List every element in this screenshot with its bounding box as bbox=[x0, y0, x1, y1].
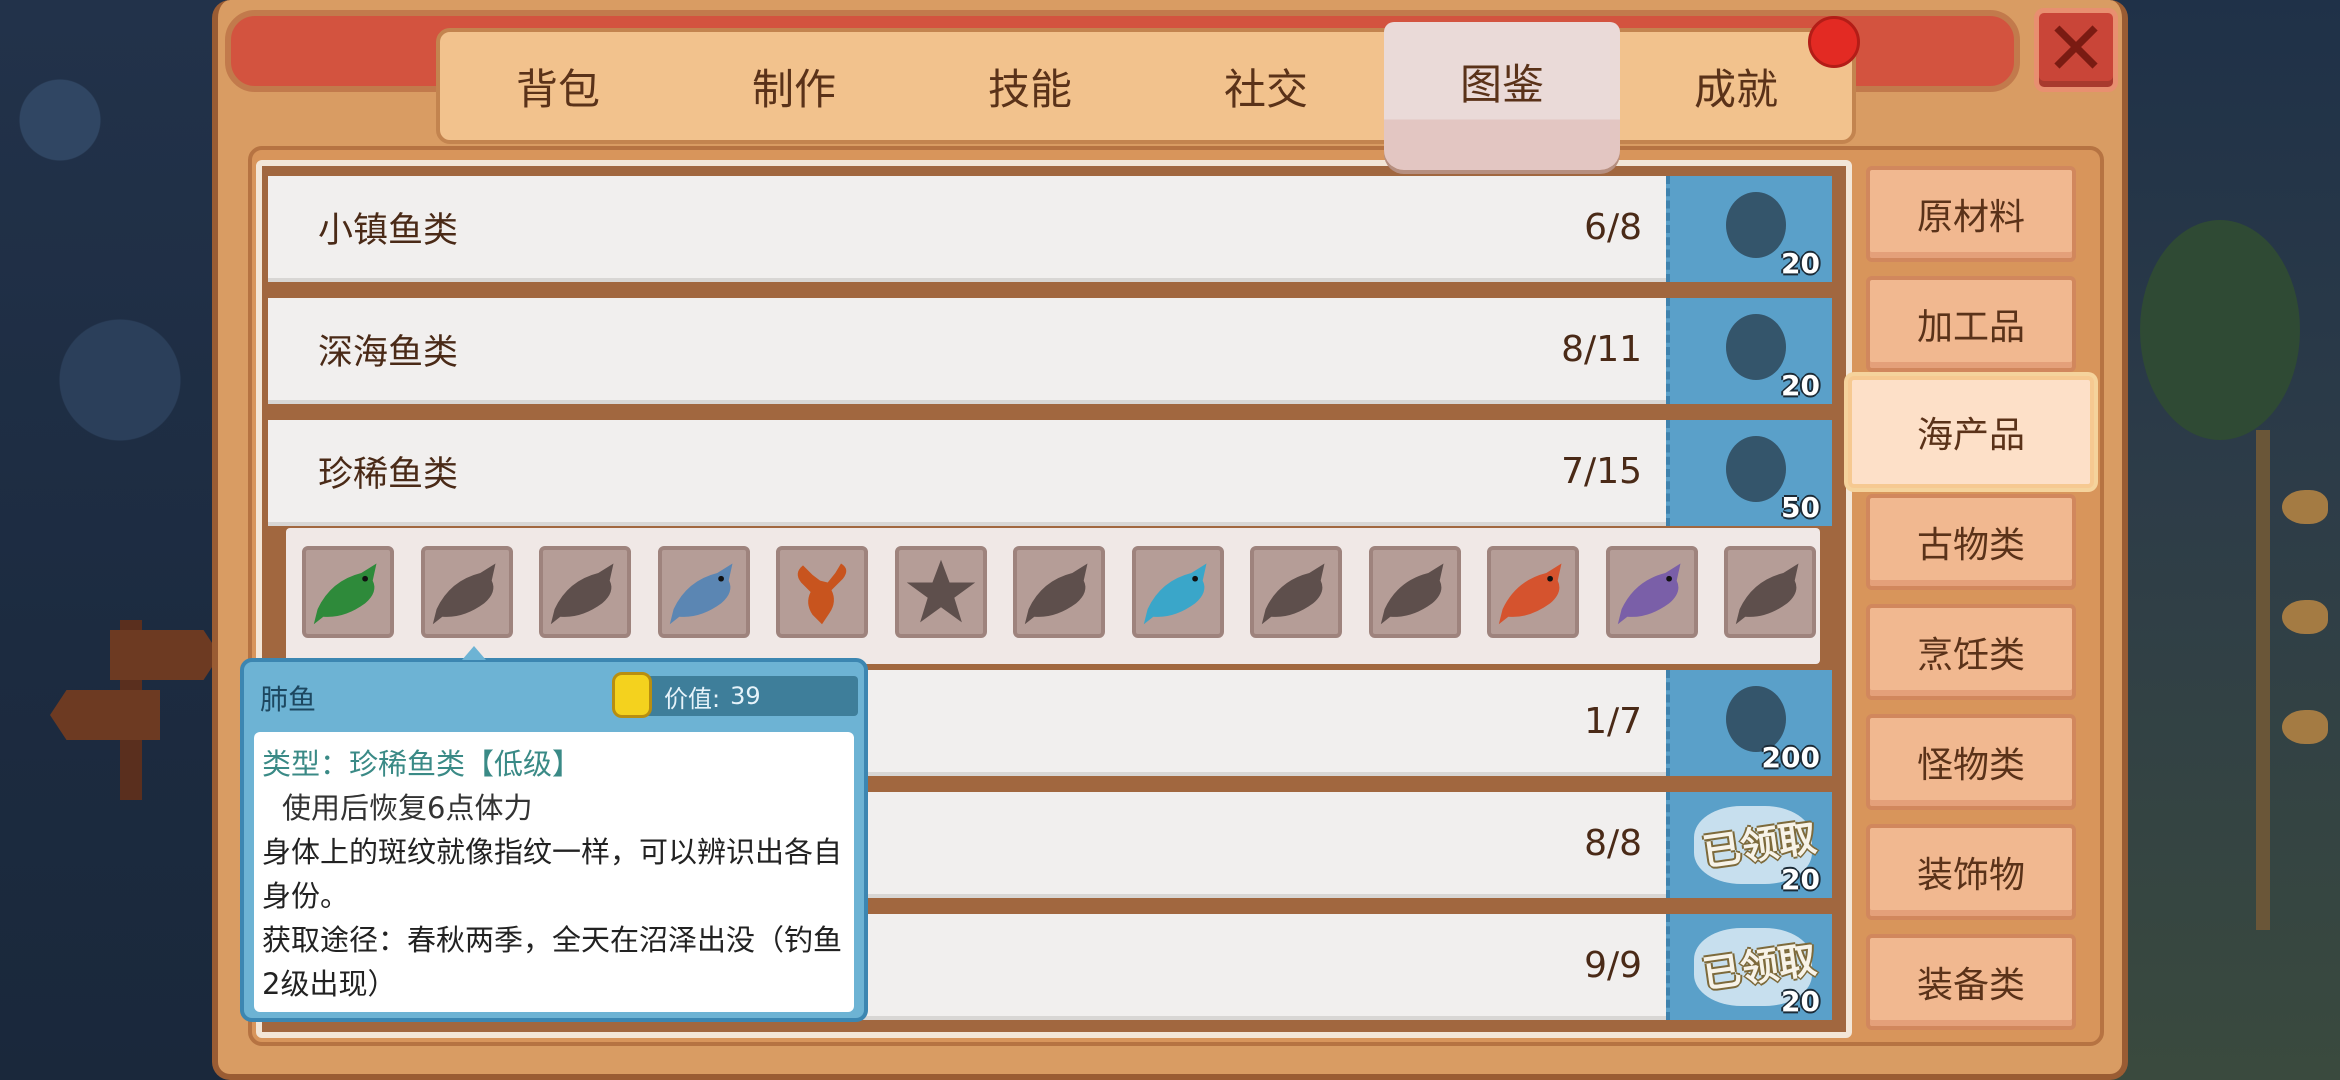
category-monsters[interactable]: 怪物类 bbox=[1866, 714, 2076, 810]
tooltip-title: 肺鱼 bbox=[260, 683, 317, 716]
reward-button[interactable]: 20 bbox=[1666, 176, 1832, 282]
fishing-rack-decoration bbox=[2256, 430, 2270, 930]
row-name: 深海鱼类 bbox=[318, 332, 459, 373]
unknown-starfish-icon[interactable] bbox=[894, 546, 987, 638]
tab-backpack[interactable]: 背包 bbox=[440, 32, 676, 140]
list-item-town-fish[interactable]: 小镇鱼类 6/8 20 bbox=[268, 176, 1832, 282]
reward-button[interactable]: 50 bbox=[1666, 420, 1832, 526]
row-progress: 9/9 bbox=[1584, 944, 1642, 986]
signpost-decoration bbox=[50, 600, 220, 800]
red-fish-icon[interactable] bbox=[1487, 546, 1579, 638]
unknown-silhouette-icon[interactable] bbox=[539, 546, 631, 638]
tooltip-effect: 使用后恢复6点体力 bbox=[282, 791, 533, 825]
unknown-silhouette-icon[interactable] bbox=[1368, 546, 1461, 638]
background-right bbox=[2100, 0, 2340, 1080]
tooltip-price: 价值: 39 bbox=[612, 672, 858, 718]
tab-crafting[interactable]: 制作 bbox=[676, 32, 912, 140]
tab-social[interactable]: 社交 bbox=[1148, 32, 1384, 140]
row-progress: 8/11 bbox=[1561, 328, 1642, 370]
tooltip-source: 获取途径：春秋两季，全天在沼泽出没（钓鱼2级出现） bbox=[262, 923, 843, 1001]
category-raw-materials[interactable]: 原材料 bbox=[1866, 166, 2076, 262]
tab-skills[interactable]: 技能 bbox=[912, 32, 1148, 140]
coin-silhouette-icon bbox=[1726, 436, 1786, 502]
price-label: 价值: bbox=[664, 684, 721, 713]
reward-claimed-badge: 已领取 20 bbox=[1666, 792, 1832, 898]
category-antiques[interactable]: 古物类 bbox=[1866, 494, 2076, 590]
coin-silhouette-icon bbox=[1726, 314, 1786, 380]
hanging-fish-icon bbox=[2282, 710, 2328, 744]
row-progress: 7/15 bbox=[1561, 450, 1642, 492]
row-name: 小镇鱼类 bbox=[318, 210, 459, 251]
green-fish-icon[interactable] bbox=[302, 546, 394, 638]
reward-amount: 50 bbox=[1781, 491, 1820, 524]
unknown-silhouette-icon[interactable] bbox=[1724, 546, 1816, 638]
category-cooking[interactable]: 烹饪类 bbox=[1866, 604, 2076, 700]
tooltip-description: 身体上的斑纹就像指纹一样，可以辨识出各自身份。 bbox=[262, 835, 843, 913]
rare-fish-grid bbox=[286, 528, 1820, 664]
category-seafood[interactable]: 海产品 bbox=[1848, 376, 2094, 488]
tooltip-body: 类型：珍稀鱼类【低级】 使用后恢复6点体力 身体上的斑纹就像指纹一样，可以辨识出… bbox=[254, 732, 854, 1012]
reward-claimed-badge: 已领取 20 bbox=[1666, 914, 1832, 1020]
reward-amount: 20 bbox=[1781, 247, 1820, 280]
hanging-fish-icon bbox=[2282, 600, 2328, 634]
unknown-silhouette-icon[interactable] bbox=[1013, 546, 1105, 638]
unknown-silhouette-icon[interactable] bbox=[420, 546, 513, 638]
category-processed-goods[interactable]: 加工品 bbox=[1866, 276, 2076, 372]
teal-fish-icon[interactable] bbox=[1131, 546, 1224, 638]
hanging-fish-icon bbox=[2282, 490, 2328, 524]
row-name: 珍稀鱼类 bbox=[318, 454, 459, 495]
reward-amount: 20 bbox=[1781, 369, 1820, 402]
category-equipment[interactable]: 装备类 bbox=[1866, 934, 2076, 1030]
reward-amount: 20 bbox=[1781, 985, 1820, 1018]
list-item-rare-fish[interactable]: 珍稀鱼类 7/15 50 bbox=[268, 420, 1832, 526]
row-progress: 8/8 bbox=[1584, 822, 1642, 864]
purple-fish-icon[interactable] bbox=[1605, 546, 1698, 638]
row-progress: 1/7 bbox=[1584, 700, 1642, 742]
main-tab-bar: 背包 制作 技能 社交 图鉴 成就 bbox=[436, 22, 1856, 170]
price-value: 39 bbox=[730, 682, 761, 710]
lobster-icon[interactable] bbox=[776, 546, 868, 638]
tooltip-type: 类型：珍稀鱼类【低级】 bbox=[262, 747, 582, 781]
coin-silhouette-icon bbox=[1726, 192, 1786, 258]
reward-button[interactable]: 200 bbox=[1666, 670, 1832, 776]
reward-amount: 200 bbox=[1761, 741, 1820, 774]
notification-dot bbox=[1808, 16, 1860, 68]
unknown-silhouette-icon[interactable] bbox=[1250, 546, 1342, 638]
reward-amount: 20 bbox=[1781, 863, 1820, 896]
blue-fish-icon[interactable] bbox=[657, 546, 750, 638]
list-item-deep-sea-fish[interactable]: 深海鱼类 8/11 20 bbox=[268, 298, 1832, 404]
row-progress: 6/8 bbox=[1584, 206, 1642, 248]
reward-button[interactable]: 20 bbox=[1666, 298, 1832, 404]
tree-decoration bbox=[2140, 220, 2300, 440]
tab-collection[interactable]: 图鉴 bbox=[1384, 22, 1620, 170]
item-tooltip: 肺鱼 价值: 39 类型：珍稀鱼类【低级】 使用后恢复6点体力 身体上的斑纹就像… bbox=[240, 646, 868, 1022]
gold-coin-icon bbox=[612, 672, 652, 718]
close-button[interactable]: ✕ bbox=[2034, 8, 2118, 92]
background-left bbox=[0, 0, 230, 1080]
category-decorations[interactable]: 装饰物 bbox=[1866, 824, 2076, 920]
